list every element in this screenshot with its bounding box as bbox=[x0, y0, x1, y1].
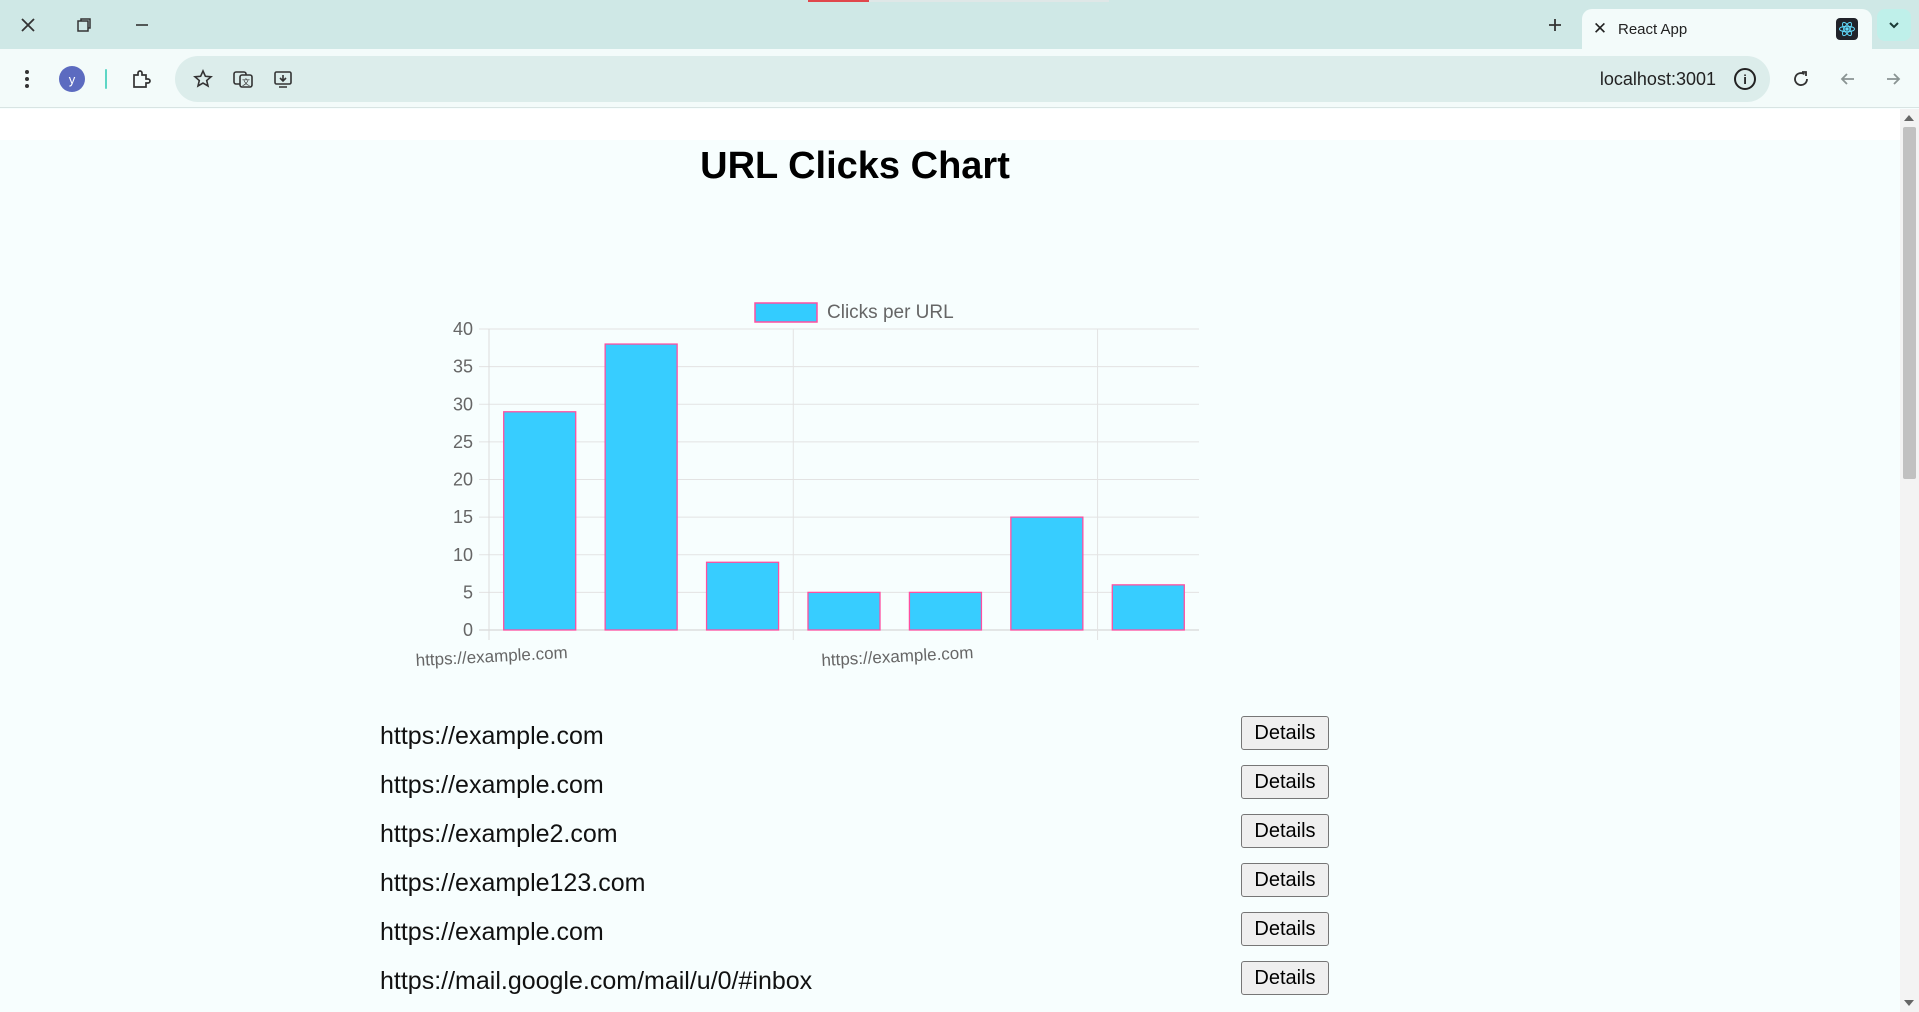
tab-loading-indicator bbox=[808, 0, 869, 2]
close-window-icon[interactable] bbox=[10, 10, 46, 40]
bar bbox=[908, 591, 983, 631]
new-tab-icon[interactable] bbox=[1538, 10, 1572, 40]
page-viewport: URL Clicks Chart Clicks per URL 0 5 10 15 20… bbox=[0, 109, 1900, 1012]
forward-arrow-icon[interactable] bbox=[1876, 62, 1910, 96]
y-tick-label: 5 bbox=[463, 582, 473, 602]
reload-icon[interactable] bbox=[1784, 62, 1818, 96]
url-text: https://example.com bbox=[380, 722, 604, 750]
y-tick-label: 15 bbox=[453, 507, 473, 527]
react-favicon-icon bbox=[1836, 18, 1858, 40]
bookmark-star-icon[interactable] bbox=[191, 67, 215, 91]
vertical-scrollbar[interactable] bbox=[1900, 109, 1919, 1012]
url-text: https://example123.com bbox=[380, 869, 646, 897]
tab-search-chevron-icon[interactable] bbox=[1877, 9, 1911, 41]
tab-title: React App bbox=[1618, 20, 1688, 38]
bar bbox=[705, 561, 780, 631]
back-arrow-icon[interactable] bbox=[1831, 62, 1865, 96]
scroll-up-arrow-icon[interactable] bbox=[1904, 115, 1914, 121]
url-clicks-bar-chart: Clicks per URL 0 5 10 15 20 25 30 35 40 https://… bbox=[415, 302, 1199, 670]
page-title: URL Clicks Chart bbox=[700, 145, 1010, 187]
toolbar-separator bbox=[105, 69, 107, 89]
y-tick-label: 25 bbox=[453, 432, 473, 452]
site-info-icon[interactable]: i bbox=[1734, 68, 1756, 90]
legend-label: Clicks per URL bbox=[827, 302, 954, 323]
y-tick-label: 0 bbox=[463, 620, 473, 640]
url-list-item: https://example2.com Details bbox=[380, 814, 1329, 852]
x-tick-label: https://example.com bbox=[415, 643, 568, 670]
y-tick-label: 35 bbox=[453, 357, 473, 377]
url-list-item: https://example123.com Details bbox=[380, 863, 1329, 901]
url-list-item: https://example.com Details bbox=[380, 765, 1329, 803]
x-tick-label: https://example.com bbox=[821, 643, 974, 670]
minimize-window-icon[interactable] bbox=[124, 10, 160, 40]
scrollbar-thumb[interactable] bbox=[1903, 127, 1916, 479]
details-button[interactable]: Details bbox=[1241, 814, 1329, 848]
x-axis: https://example.com https://example.com bbox=[415, 643, 974, 670]
details-button[interactable]: Details bbox=[1241, 961, 1329, 995]
url-list-item: https://example.com Details bbox=[380, 912, 1329, 950]
bar bbox=[807, 591, 881, 631]
y-axis: 0 5 10 15 20 25 30 35 40 bbox=[453, 319, 473, 640]
bar bbox=[604, 343, 678, 631]
svg-text:文: 文 bbox=[242, 77, 250, 87]
url-text: https://example.com bbox=[380, 771, 604, 799]
tab-close-icon[interactable]: ✕ bbox=[1582, 19, 1618, 39]
page-top-strip bbox=[0, 109, 1900, 140]
url-list-item: https://mail.google.com/mail/u/0/#inbox D… bbox=[380, 961, 1329, 999]
y-tick-label: 30 bbox=[453, 394, 473, 414]
chart-bars bbox=[503, 343, 1185, 631]
url-text: https://example2.com bbox=[380, 820, 618, 848]
url-text: https://example.com bbox=[380, 918, 604, 946]
cast-install-icon[interactable] bbox=[271, 67, 295, 91]
translate-icon[interactable]: 文 bbox=[231, 67, 255, 91]
details-button[interactable]: Details bbox=[1241, 912, 1329, 946]
scroll-down-arrow-icon[interactable] bbox=[1904, 1000, 1914, 1006]
chart-legend[interactable]: Clicks per URL bbox=[754, 302, 954, 323]
menu-kebab-icon[interactable] bbox=[10, 62, 44, 96]
extensions-icon[interactable] bbox=[124, 62, 158, 96]
details-button[interactable]: Details bbox=[1241, 716, 1329, 750]
bar bbox=[1010, 516, 1084, 631]
url-text: https://mail.google.com/mail/u/0/#inbox bbox=[380, 967, 813, 995]
tab-strip: ✕ React App bbox=[0, 0, 1919, 49]
address-bar[interactable]: 文 localhost:3001 i bbox=[175, 56, 1770, 102]
tab-loading-track bbox=[869, 0, 1109, 2]
y-tick-label: 40 bbox=[453, 319, 473, 339]
y-tick-label: 20 bbox=[453, 470, 473, 490]
tab-react-app[interactable]: ✕ React App bbox=[1582, 9, 1872, 49]
address-url[interactable]: localhost:3001 bbox=[1600, 69, 1716, 90]
legend-swatch bbox=[754, 302, 818, 323]
bar bbox=[503, 411, 577, 631]
y-tick-label: 10 bbox=[453, 545, 473, 565]
bar bbox=[1111, 584, 1185, 631]
details-button[interactable]: Details bbox=[1241, 863, 1329, 897]
details-button[interactable]: Details bbox=[1241, 765, 1329, 799]
profile-avatar[interactable]: y bbox=[59, 66, 85, 92]
url-list-item: https://example.com Details bbox=[380, 716, 1329, 754]
restore-window-icon[interactable] bbox=[66, 10, 102, 40]
